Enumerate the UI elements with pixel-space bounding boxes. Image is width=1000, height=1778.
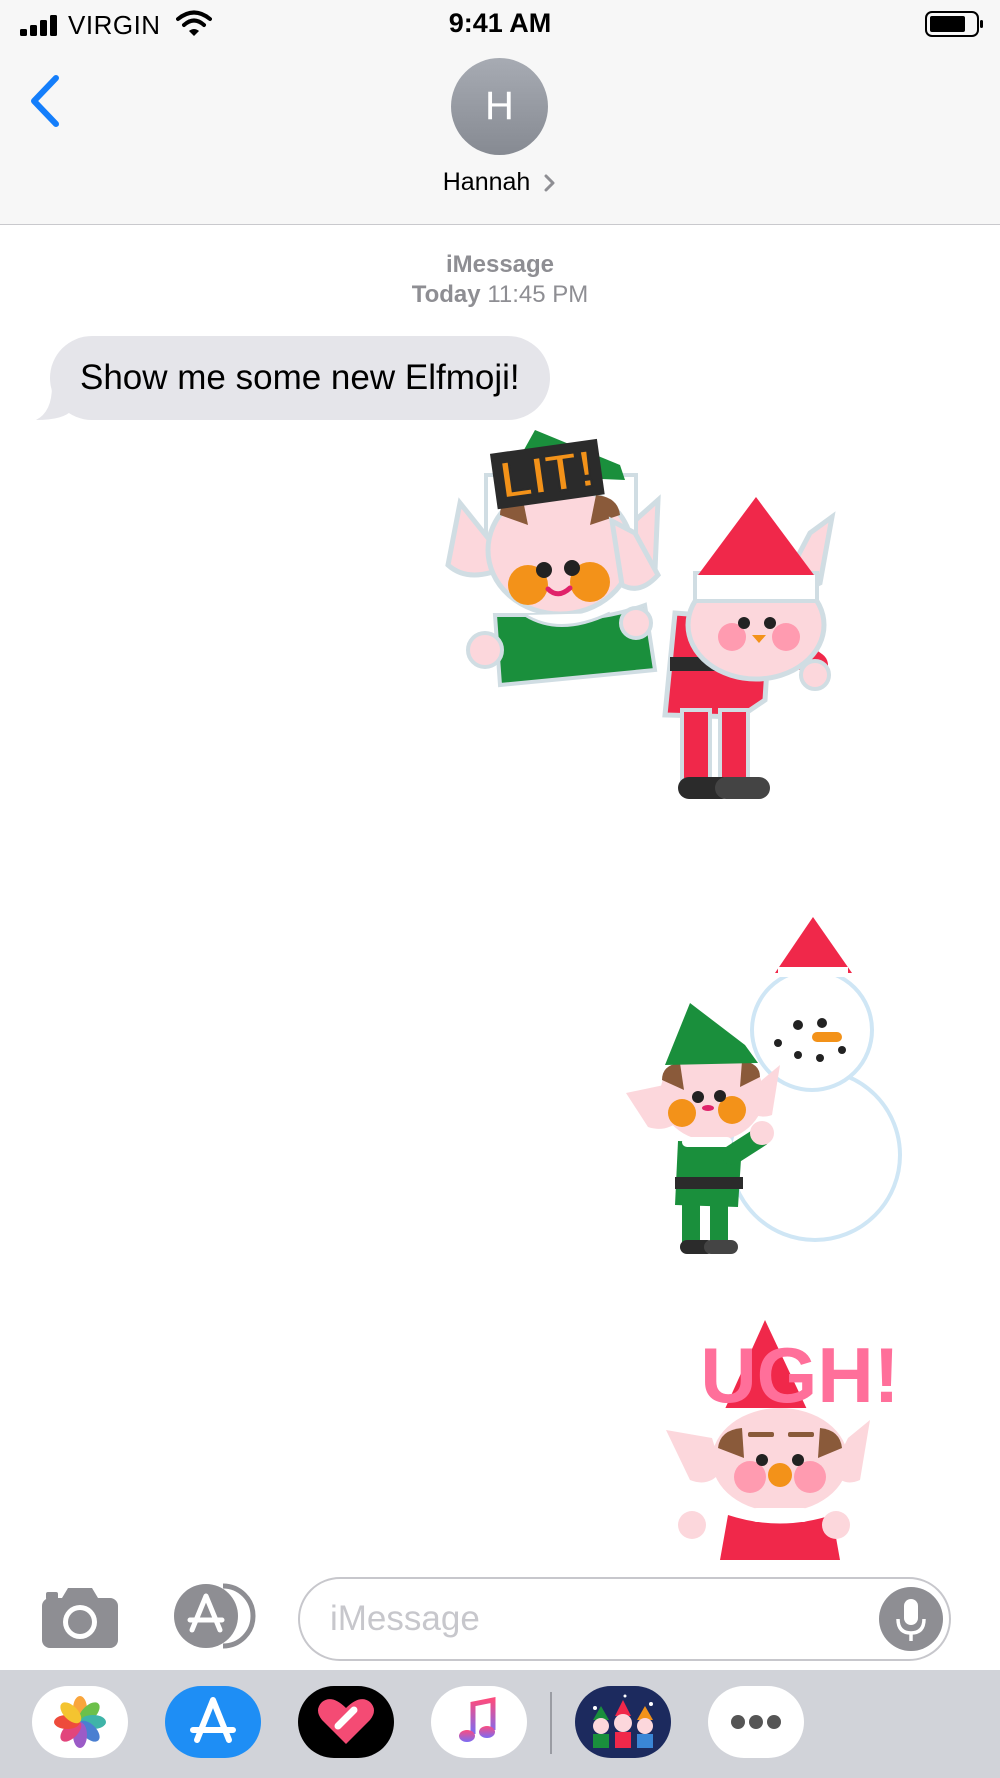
timestamp-day: Today [411, 281, 481, 308]
app-store-icon[interactable] [168, 1582, 258, 1650]
more-apps-icon[interactable] [708, 1686, 804, 1758]
incoming-message-bubble[interactable]: Show me some new Elfmoji! [50, 336, 550, 420]
message-input-field[interactable] [298, 1577, 951, 1661]
photos-app-icon[interactable] [32, 1686, 128, 1758]
app-store-app-icon[interactable] [165, 1686, 261, 1758]
service-label: iMessage [445, 251, 555, 278]
status-bar: VIRGIN 9:41 AM [0, 0, 1000, 50]
back-chevron-icon[interactable] [24, 72, 68, 130]
message-input[interactable] [330, 1593, 850, 1645]
timestamp-time: 11:45 PM [487, 281, 589, 308]
chevron-right-icon [544, 174, 555, 192]
ugh-caption: UGH! [700, 1331, 899, 1419]
thread-timestamp: iMessage Today 11:45 PM [0, 250, 1000, 310]
ugh-elf: UGH! [666, 1320, 900, 1560]
microphone-button[interactable] [879, 1587, 943, 1651]
elf-ugh-sticker[interactable]: UGH! [660, 1320, 900, 1560]
elfmoji-app-icon[interactable] [575, 1686, 671, 1758]
contact-details-link[interactable]: Hannah [0, 168, 1000, 197]
battery-icon [925, 11, 983, 37]
elf-pair-lit-sticker[interactable]: LIT! [440, 425, 870, 825]
camera-icon[interactable] [40, 1584, 120, 1650]
status-time: 9:41 AM [448, 8, 552, 38]
drawer-divider [550, 1692, 552, 1754]
compose-bar [0, 1560, 1000, 1670]
imessage-app-drawer [0, 1670, 1000, 1778]
music-app-icon[interactable] [431, 1686, 527, 1758]
conversation-header: H Hannah [0, 50, 1000, 225]
elf-with-snowman-sticker[interactable] [620, 915, 910, 1255]
microphone-icon [896, 1599, 926, 1641]
contact-name: Hannah [442, 168, 531, 196]
message-text: Show me some new Elfmoji! [80, 358, 520, 397]
digital-touch-app-icon[interactable] [298, 1686, 394, 1758]
contact-avatar[interactable]: H [451, 58, 548, 155]
